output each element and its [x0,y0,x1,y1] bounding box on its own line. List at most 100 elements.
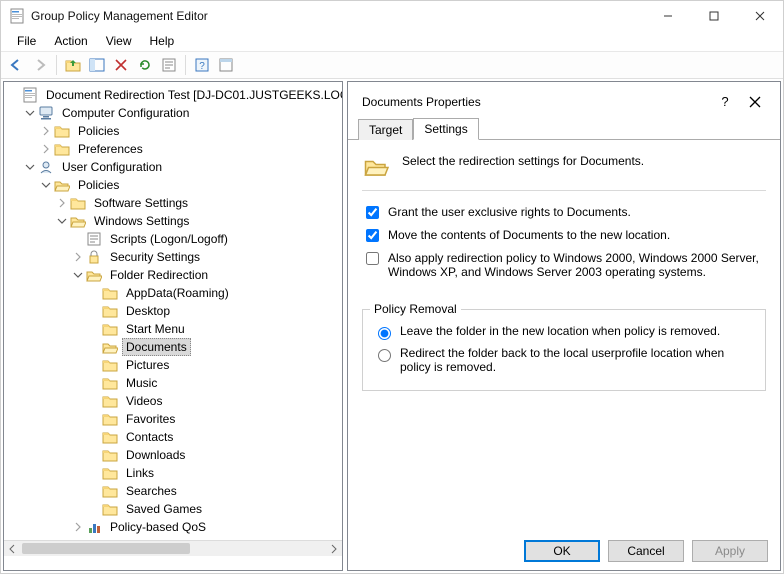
dialog-close-button[interactable] [740,89,770,115]
tree-windows-settings[interactable]: Windows Settings [6,212,340,230]
tree-label: User Configuration [58,158,166,176]
toolbar-forward-button[interactable] [29,54,51,76]
expander-icon[interactable] [54,195,70,211]
toolbar-refresh-button[interactable] [134,54,156,76]
tree-item-downloads[interactable]: Downloads [6,446,340,464]
tree-root[interactable]: Document Redirection Test [DJ-DC01.JUSTG… [6,86,340,104]
toolbar-export-button[interactable] [158,54,180,76]
menu-view[interactable]: View [98,32,140,50]
tree-item-favorites[interactable]: Favorites [6,410,340,428]
toolbar-properties-button[interactable] [215,54,237,76]
tree-policy-based-qos[interactable]: Policy-based QoS [6,518,340,536]
app-icon [9,8,25,24]
toolbar: ? [1,51,783,79]
cancel-button[interactable]: Cancel [608,540,684,562]
scroll-track[interactable] [20,541,326,556]
tree-label: Pictures [122,356,173,374]
tree-label: Policies [74,122,123,140]
tree-item-pictures[interactable]: Pictures [6,356,340,374]
expander-icon[interactable] [38,177,54,193]
expander-icon[interactable] [70,267,86,283]
expander-icon[interactable] [70,249,86,265]
expander-icon[interactable] [38,141,54,157]
tree-label: Computer Configuration [58,104,193,122]
checkbox-exclusive-rights[interactable]: Grant the user exclusive rights to Docum… [362,205,766,222]
menu-file[interactable]: File [9,32,44,50]
toolbar-back-button[interactable] [5,54,27,76]
toolbar-delete-button[interactable] [110,54,132,76]
radio-label: Leave the folder in the new location whe… [400,324,720,338]
folder-icon [102,411,118,427]
window-title: Group Policy Management Editor [31,9,645,23]
tree-item-searches[interactable]: Searches [6,482,340,500]
ok-button[interactable]: OK [524,540,600,562]
tree-item-appdata[interactable]: AppData(Roaming) [6,284,340,302]
apply-button[interactable]: Apply [692,540,768,562]
tree-item-links[interactable]: Links [6,464,340,482]
tree-software-settings[interactable]: Software Settings [6,194,340,212]
chart-icon [86,519,102,535]
expander-icon[interactable] [54,213,70,229]
scroll-thumb[interactable] [22,543,190,554]
menubar: File Action View Help [1,31,783,51]
scroll-right-button[interactable] [326,541,342,556]
checkbox-input[interactable] [366,252,379,265]
toolbar-showhide-tree-button[interactable] [86,54,108,76]
tree-item-contacts[interactable]: Contacts [6,428,340,446]
tree-item-documents[interactable]: Documents [6,338,340,356]
tree-folder-redirection[interactable]: Folder Redirection [6,266,340,284]
tree-horizontal-scrollbar[interactable] [4,540,342,556]
tree-item-savedgames[interactable]: Saved Games [6,500,340,518]
tree-pane[interactable]: Document Redirection Test [DJ-DC01.JUSTG… [3,81,343,571]
tree-label: Favorites [122,410,179,428]
radio-input[interactable] [378,349,391,362]
tree-label: Preferences [74,140,147,158]
toolbar-divider [185,55,186,75]
user-icon [38,159,54,175]
window-minimize-button[interactable] [645,1,691,31]
radio-input[interactable] [378,327,391,340]
scroll-left-button[interactable] [4,541,20,556]
checkbox-legacy-apply[interactable]: Also apply redirection policy to Windows… [362,251,766,279]
tree-label: Folder Redirection [106,266,212,284]
toolbar-help-button[interactable]: ? [191,54,213,76]
menu-action[interactable]: Action [46,32,95,50]
expander-icon[interactable] [22,105,38,121]
expander-icon[interactable] [22,159,38,175]
fieldset-title: Policy Removal [370,302,461,316]
folder-icon [102,303,118,319]
toolbar-up-button[interactable] [62,54,84,76]
tree-security-settings[interactable]: Security Settings [6,248,340,266]
expander-icon[interactable] [38,123,54,139]
checkbox-move-contents[interactable]: Move the contents of Documents to the ne… [362,228,766,245]
radio-leave-folder[interactable]: Leave the folder in the new location whe… [373,324,755,340]
checkbox-input[interactable] [366,229,379,242]
tree-comp-policies[interactable]: Policies [6,122,340,140]
dialog-context-help-button[interactable]: ? [710,89,740,115]
tree-item-desktop[interactable]: Desktop [6,302,340,320]
folder-icon [102,285,118,301]
window-maximize-button[interactable] [691,1,737,31]
tree-root-label: Document Redirection Test [DJ-DC01.JUSTG… [42,86,343,104]
radio-label: Redirect the folder back to the local us… [400,346,755,374]
tree-comp-preferences[interactable]: Preferences [6,140,340,158]
menu-help[interactable]: Help [142,32,183,50]
folder-icon [54,141,70,157]
expander-icon[interactable] [70,519,86,535]
tree-user-config[interactable]: User Configuration [6,158,340,176]
window-close-button[interactable] [737,1,783,31]
tree-user-policies[interactable]: Policies [6,176,340,194]
folder-icon [102,465,118,481]
tree-item-startmenu[interactable]: Start Menu [6,320,340,338]
tree-computer-config[interactable]: Computer Configuration [6,104,340,122]
tab-settings[interactable]: Settings [413,118,478,140]
tree-scripts[interactable]: Scripts (Logon/Logoff) [6,230,340,248]
tab-target[interactable]: Target [358,119,413,140]
svg-text:?: ? [721,95,728,109]
radio-redirect-back[interactable]: Redirect the folder back to the local us… [373,346,755,374]
checkbox-input[interactable] [366,206,379,219]
tree-item-music[interactable]: Music [6,374,340,392]
folder-icon [102,375,118,391]
computer-icon [38,105,54,121]
tree-item-videos[interactable]: Videos [6,392,340,410]
